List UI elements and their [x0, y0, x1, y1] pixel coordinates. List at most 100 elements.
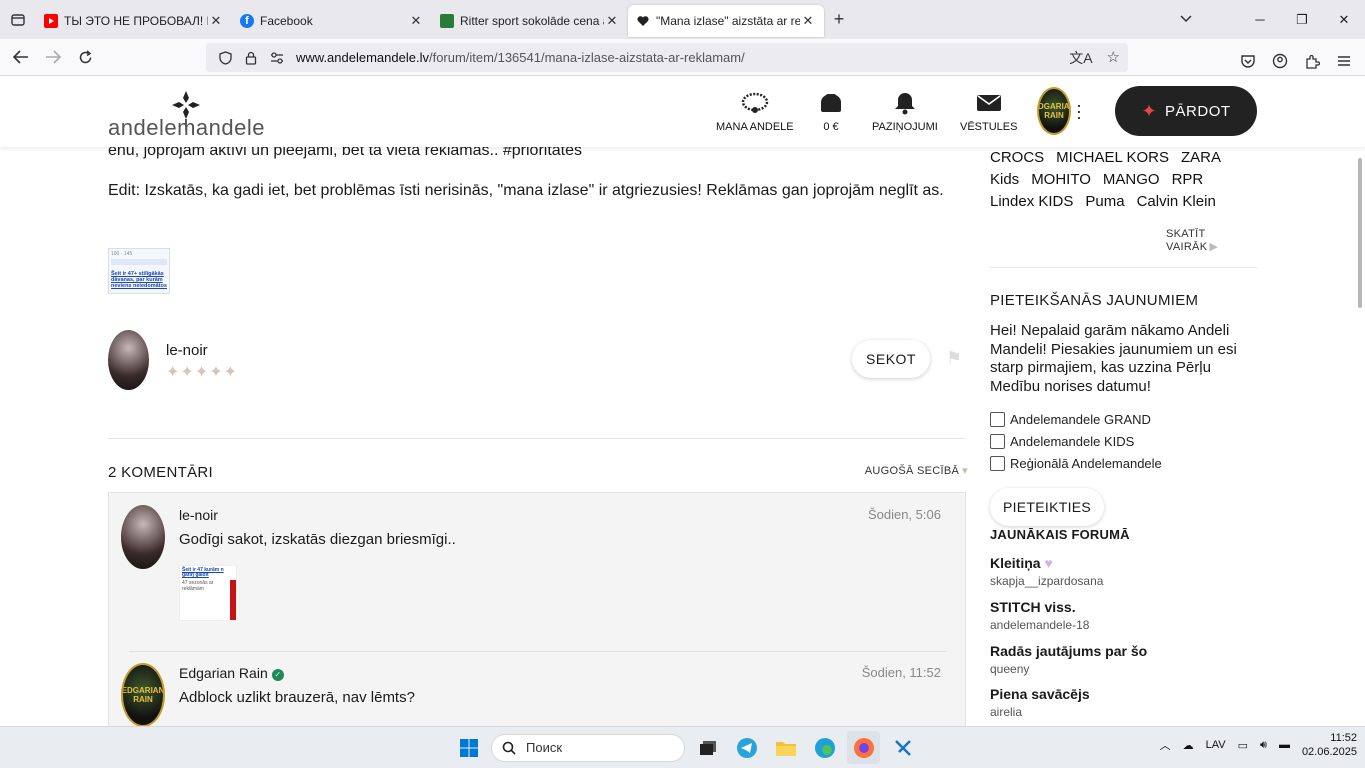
- nav-label: MANA ANDELE: [716, 121, 794, 133]
- more-vertical-icon[interactable]: · · ·: [1076, 96, 1082, 126]
- tab-title: Facebook: [260, 14, 313, 28]
- forum-topic[interactable]: Radās jautājums par šo queeny: [990, 643, 1250, 676]
- extensions-icon[interactable]: [1300, 45, 1324, 77]
- site-header: andelemandele MANA ANDELE 0 € PAZIŅOJUMI…: [0, 77, 1365, 147]
- forum-topic[interactable]: STITCH viss. andelemandele-18: [990, 599, 1250, 632]
- menu-icon[interactable]: [1332, 45, 1356, 77]
- forum-topic[interactable]: Kleitiņa ♥ skapja__izpardosana: [990, 555, 1250, 588]
- tab-title: ТЫ ЭТО НЕ ПРОБОВАЛ! Главны: [64, 14, 208, 28]
- new-tab-icon[interactable]: +: [824, 9, 854, 30]
- newsletter-option-regional[interactable]: Reģionālā Andelemandele: [990, 456, 1162, 471]
- close-window-icon[interactable]: ✕: [1323, 0, 1365, 39]
- brand-link[interactable]: MOHITO: [1031, 171, 1091, 188]
- taskbar-search[interactable]: Поиск: [491, 733, 685, 762]
- battery-icon[interactable]: ▬: [1279, 739, 1290, 751]
- checkbox[interactable]: [990, 434, 1005, 449]
- comment-image-thumbnail[interactable]: Šeit ir 47 kurām n gatiŋ gaidīt 47 sezon…: [179, 565, 237, 621]
- windows-start-icon[interactable]: [452, 731, 485, 764]
- brand-link[interactable]: MANGO: [1103, 171, 1160, 188]
- close-tab-icon[interactable]: ✕: [208, 13, 224, 29]
- bell-icon: [894, 91, 916, 115]
- chevron-up-icon[interactable]: ︿: [1160, 737, 1171, 753]
- comments-sort[interactable]: AUGOŠĀ SECĪBĀ ▾: [865, 464, 968, 477]
- site-logo[interactable]: andelemandele: [108, 89, 268, 140]
- close-tab-icon[interactable]: ✕: [604, 13, 620, 29]
- brand-link[interactable]: Calvin Klein: [1137, 193, 1216, 210]
- forum-topic[interactable]: Piena savācējs airelia: [990, 686, 1250, 719]
- comments-list: le-noir Šodien, 5:06 Godīgi sakot, izska…: [108, 492, 966, 732]
- post-image-thumbnail[interactable]: 100 · 145 Šeit ir 47+ stilīgākās dāvanas…: [108, 248, 170, 294]
- shield-icon[interactable]: [214, 50, 236, 65]
- nav-notifications[interactable]: PAZIŅOJUMI: [872, 91, 938, 133]
- author-name[interactable]: le-noir: [166, 342, 208, 359]
- brand-link[interactable]: Puma: [1085, 193, 1124, 210]
- sell-star-icon: ✦: [1141, 100, 1158, 121]
- network-icon[interactable]: ☁: [1183, 739, 1194, 752]
- close-tab-icon[interactable]: ✕: [408, 13, 424, 29]
- brand-link[interactable]: CROCS: [990, 149, 1044, 166]
- language-indicator[interactable]: LAV: [1206, 739, 1226, 751]
- edge-icon[interactable]: [808, 731, 841, 764]
- follow-button[interactable]: SEKOT: [852, 340, 930, 378]
- comment-avatar[interactable]: EDGARIAN RAIN: [121, 663, 165, 727]
- chevron-down-icon[interactable]: [1180, 10, 1192, 26]
- nav-messages[interactable]: VĒSTULES: [960, 91, 1017, 133]
- snipping-tool-icon[interactable]: [886, 731, 919, 764]
- url-bar[interactable]: www.andelemandele.lv/forum/item/136541/m…: [206, 43, 1128, 72]
- brand-link[interactable]: Kids: [990, 171, 1019, 188]
- browser-tab-active[interactable]: "Mana izlase" aizstāta ar reklām ✕: [628, 5, 824, 37]
- verified-check-icon: ✓: [271, 669, 284, 681]
- volume-icon[interactable]: 🔊︎: [1260, 739, 1267, 752]
- page-scrollbar[interactable]: [1358, 158, 1362, 308]
- brand-link[interactable]: Lindex KIDS: [990, 193, 1073, 210]
- brand-link[interactable]: ZARA: [1181, 149, 1221, 166]
- newsletter-option-kids[interactable]: Andelemandele KIDS: [990, 434, 1134, 449]
- thumb-counts: 100 · 145: [111, 251, 133, 257]
- nav-balance[interactable]: 0 €: [818, 91, 844, 133]
- youtube-icon: [44, 14, 58, 28]
- nav-mana-andele[interactable]: MANA ANDELE: [716, 91, 794, 133]
- reload-icon[interactable]: [69, 41, 101, 73]
- comment-author[interactable]: le-noir: [179, 507, 218, 523]
- comment-author[interactable]: Edgarian Rain ✓: [179, 665, 284, 681]
- account-icon[interactable]: [1268, 45, 1292, 77]
- heart-icon: [636, 14, 650, 28]
- tab-list-icon[interactable]: [0, 0, 36, 39]
- author-avatar[interactable]: [108, 330, 149, 390]
- brand-link[interactable]: MICHAEL KORS: [1056, 149, 1169, 166]
- see-more-label: SKATĪT VAIRĀK: [1166, 228, 1208, 253]
- checkbox[interactable]: [990, 456, 1005, 471]
- lock-icon[interactable]: [240, 51, 262, 65]
- see-more-link[interactable]: SKATĪT VAIRĀK ▶: [1166, 228, 1258, 253]
- user-avatar[interactable]: EDGARIAN RAIN: [1037, 87, 1071, 135]
- divider: [129, 651, 947, 652]
- display-icon[interactable]: ▭: [1238, 739, 1248, 752]
- newsletter-option-grand[interactable]: Andelemandele GRAND: [990, 412, 1151, 427]
- checkbox[interactable]: [990, 412, 1005, 427]
- restore-icon[interactable]: ❐: [1281, 0, 1323, 39]
- file-explorer-icon[interactable]: [769, 731, 802, 764]
- permissions-icon[interactable]: [266, 51, 288, 64]
- browser-tab-youtube[interactable]: ТЫ ЭТО НЕ ПРОБОВАЛ! Главны ✕: [36, 5, 232, 37]
- minimize-icon[interactable]: ─: [1239, 0, 1281, 39]
- forward-icon[interactable]: [37, 41, 69, 73]
- browser-tab-ritter[interactable]: Ritter sport sokolāde cena aptu ✕: [432, 5, 628, 37]
- url-path: /forum/item/136541/mana-izlase-aizstata-…: [428, 50, 745, 65]
- star-bookmark-icon[interactable]: ☆: [1107, 48, 1120, 68]
- taskbar-clock[interactable]: 11:52 02.06.2025: [1302, 731, 1357, 759]
- comment-thumb-subtitle: 47 sezonās ar reklāmām: [182, 580, 214, 592]
- necklace-icon: [741, 91, 769, 115]
- task-view-icon[interactable]: [691, 731, 724, 764]
- back-icon[interactable]: [5, 41, 37, 73]
- subscribe-button[interactable]: PIETEIKTIES: [990, 488, 1104, 526]
- report-flag-icon[interactable]: ⚑: [946, 348, 962, 369]
- telegram-icon[interactable]: [730, 731, 763, 764]
- browser-tab-facebook[interactable]: f Facebook ✕: [232, 5, 432, 37]
- sell-button[interactable]: ✦ PĀRDOT: [1115, 86, 1257, 136]
- close-tab-icon[interactable]: ✕: [800, 13, 816, 29]
- pocket-icon[interactable]: [1236, 45, 1260, 77]
- firefox-icon[interactable]: [847, 731, 880, 764]
- comment-avatar[interactable]: [121, 505, 165, 569]
- brand-link[interactable]: RPR: [1172, 171, 1204, 188]
- translate-icon[interactable]: 文A: [1069, 48, 1092, 68]
